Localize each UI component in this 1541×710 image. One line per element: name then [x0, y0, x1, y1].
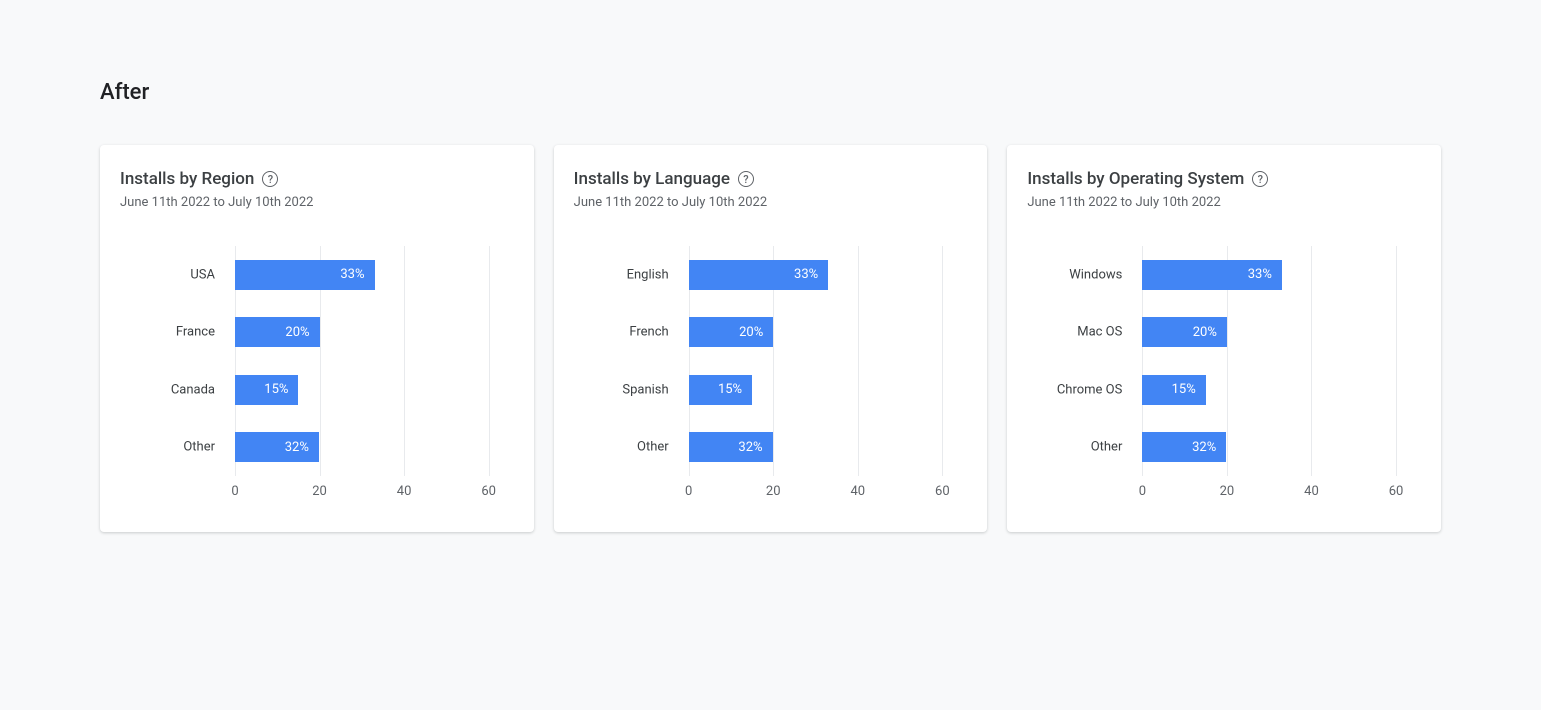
bar: 15% — [235, 375, 298, 405]
gridline — [1396, 246, 1397, 476]
x-tick-label: 0 — [685, 484, 692, 499]
bar-row: English33% — [689, 260, 943, 290]
x-tick-label: 60 — [1389, 484, 1404, 499]
bar-value-label: 32% — [738, 440, 762, 455]
help-icon[interactable]: ? — [1252, 171, 1268, 187]
category-label: Mac OS — [1077, 325, 1122, 340]
category-label: Other — [637, 440, 669, 455]
card-subtitle: June 11th 2022 to July 10th 2022 — [574, 195, 968, 210]
x-tick-label: 40 — [397, 484, 412, 499]
bar-row: France20% — [235, 317, 489, 347]
bar-value-label: 33% — [794, 267, 818, 282]
chart-os: Windows33%Mac OS20%Chrome OS15%Other32%0… — [1027, 246, 1421, 508]
bar-row: Chrome OS15% — [1142, 375, 1396, 405]
card-subtitle: June 11th 2022 to July 10th 2022 — [1027, 195, 1421, 210]
category-label: French — [629, 325, 668, 340]
bar-row: Mac OS20% — [1142, 317, 1396, 347]
bars: English33% French20% Spanish15% Other32% — [689, 246, 943, 476]
bar-value-label: 20% — [1193, 325, 1217, 340]
page-title: After — [100, 80, 1441, 105]
x-tick-label: 20 — [312, 484, 327, 499]
category-label: English — [627, 267, 669, 282]
category-label: USA — [190, 267, 215, 282]
bar-value-label: 33% — [1248, 267, 1272, 282]
category-label: Other — [183, 440, 215, 455]
plot-area: USA33% France20% Canada15% Other32% — [235, 246, 489, 476]
card-header: Installs by Language ? — [574, 169, 968, 189]
cards-row: Installs by Region ? June 11th 2022 to J… — [100, 145, 1441, 532]
x-axis: 0204060 — [689, 484, 943, 508]
bar-row: Other32% — [235, 432, 489, 462]
bar-value-label: 15% — [718, 382, 742, 397]
x-tick-label: 40 — [850, 484, 865, 499]
bar-row: Canada15% — [235, 375, 489, 405]
card-language: Installs by Language ? June 11th 2022 to… — [554, 145, 988, 532]
bar: 32% — [1142, 432, 1226, 462]
x-axis: 0204060 — [1142, 484, 1396, 508]
bar-row: Windows33% — [1142, 260, 1396, 290]
bar: 32% — [235, 432, 319, 462]
card-title: Installs by Region — [120, 169, 254, 189]
card-title: Installs by Language — [574, 169, 730, 189]
bar-value-label: 20% — [739, 325, 763, 340]
x-axis: 0204060 — [235, 484, 489, 508]
bar: 20% — [1142, 317, 1227, 347]
chart-language: English33%French20%Spanish15%Other32%020… — [574, 246, 968, 508]
bar-value-label: 32% — [285, 440, 309, 455]
card-header: Installs by Operating System ? — [1027, 169, 1421, 189]
bar: 33% — [1142, 260, 1282, 290]
x-tick-label: 60 — [481, 484, 496, 499]
bar: 33% — [235, 260, 375, 290]
category-label: France — [176, 325, 215, 340]
bar-value-label: 20% — [285, 325, 309, 340]
gridline — [489, 246, 490, 476]
plot-area: English33% French20% Spanish15% Other32% — [689, 246, 943, 476]
bar: 32% — [689, 432, 773, 462]
bars: USA33% France20% Canada15% Other32% — [235, 246, 489, 476]
bar-row: USA33% — [235, 260, 489, 290]
bar: 15% — [689, 375, 752, 405]
bar-row: French20% — [689, 317, 943, 347]
bar-value-label: 33% — [340, 267, 364, 282]
bar-row: Other32% — [1142, 432, 1396, 462]
bar-value-label: 32% — [1192, 440, 1216, 455]
bar-row: Other32% — [689, 432, 943, 462]
bar: 33% — [689, 260, 829, 290]
plot-area: Windows33% Mac OS20% Chrome OS15% Other32% — [1142, 246, 1396, 476]
bar-value-label: 15% — [1172, 382, 1196, 397]
help-icon[interactable]: ? — [738, 171, 754, 187]
category-label: Other — [1091, 440, 1123, 455]
x-tick-label: 40 — [1304, 484, 1319, 499]
chart-region: USA33%France20%Canada15%Other32%0204060 — [120, 246, 514, 508]
category-label: Windows — [1069, 267, 1122, 282]
x-tick-label: 0 — [231, 484, 238, 499]
bar: 15% — [1142, 375, 1205, 405]
card-os: Installs by Operating System ? June 11th… — [1007, 145, 1441, 532]
category-label: Chrome OS — [1057, 382, 1123, 397]
x-tick-label: 0 — [1139, 484, 1146, 499]
help-icon[interactable]: ? — [262, 171, 278, 187]
x-tick-label: 20 — [1220, 484, 1235, 499]
card-subtitle: June 11th 2022 to July 10th 2022 — [120, 195, 514, 210]
x-tick-label: 20 — [766, 484, 781, 499]
gridline — [942, 246, 943, 476]
card-region: Installs by Region ? June 11th 2022 to J… — [100, 145, 534, 532]
bar: 20% — [689, 317, 774, 347]
x-tick-label: 60 — [935, 484, 950, 499]
category-label: Canada — [171, 382, 215, 397]
bar-row: Spanish15% — [689, 375, 943, 405]
bar-value-label: 15% — [264, 382, 288, 397]
card-header: Installs by Region ? — [120, 169, 514, 189]
bar: 20% — [235, 317, 320, 347]
category-label: Spanish — [622, 382, 668, 397]
card-title: Installs by Operating System — [1027, 169, 1244, 189]
bars: Windows33% Mac OS20% Chrome OS15% Other32% — [1142, 246, 1396, 476]
